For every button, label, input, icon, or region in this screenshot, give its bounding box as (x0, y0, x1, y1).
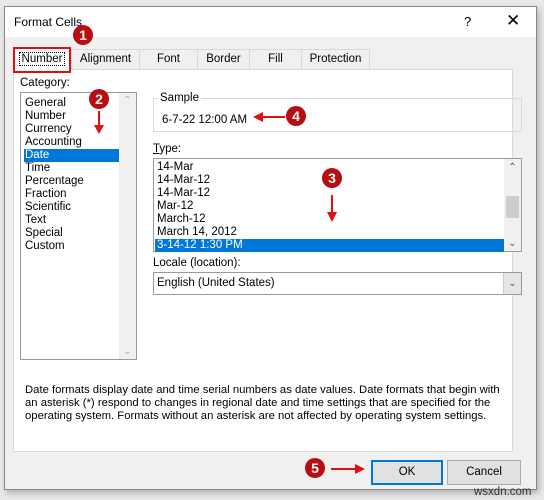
tab-font[interactable]: Font (139, 49, 198, 70)
category-label: Category: (20, 77, 70, 89)
annotation-arrow-down-icon (94, 111, 104, 134)
tab-protection[interactable]: Protection (301, 49, 370, 70)
category-item-percentage[interactable]: Percentage (24, 175, 121, 188)
format-cells-dialog: Format Cells ? ✕ Number Alignment Font B… (4, 6, 537, 490)
scroll-down-icon[interactable]: ⌄ (504, 238, 521, 249)
locale-dropdown[interactable]: English (United States) ⌄ (153, 272, 522, 295)
sample-value: 6-7-22 12:00 AM (162, 114, 248, 126)
tab-number[interactable]: Number (13, 47, 71, 73)
type-label: Type: (153, 143, 182, 155)
category-item-accounting[interactable]: Accounting (24, 136, 121, 149)
ok-button[interactable]: OK (371, 460, 443, 485)
category-item-fraction[interactable]: Fraction (24, 188, 121, 201)
type-label-text: ype: (159, 143, 182, 155)
number-tab-panel: Category: General Number Currency Accoun… (13, 69, 522, 452)
annotation-arrow-right-icon (331, 464, 365, 474)
chevron-down-icon[interactable]: ⌄ (503, 273, 521, 294)
type-item-selected[interactable]: 3-14-12 1:30 PM (155, 239, 504, 252)
tab-fill[interactable]: Fill (249, 49, 302, 70)
dialog-title: Format Cells (14, 15, 83, 29)
category-item-time[interactable]: Time (24, 162, 121, 175)
annotation-badge-1: 1 (73, 25, 93, 45)
annotation-arrow-left-icon (253, 112, 285, 122)
format-description: Date formats display date and time seria… (25, 384, 500, 422)
type-scrollbar[interactable]: ⌃ ⌄ (504, 159, 521, 251)
annotation-badge-5: 5 (305, 458, 325, 478)
scroll-up-icon[interactable]: ⌃ (504, 162, 521, 173)
help-button[interactable]: ? (464, 14, 471, 29)
category-item-custom[interactable]: Custom (24, 240, 121, 253)
category-item-text[interactable]: Text (24, 214, 121, 227)
category-item-number[interactable]: Number (24, 110, 121, 123)
annotation-badge-2: 2 (89, 89, 109, 109)
sample-label: Sample (158, 92, 201, 104)
type-item[interactable]: March 14, 2012 (155, 226, 504, 239)
annotation-arrow-down-icon (327, 195, 337, 222)
category-listbox[interactable]: General Number Currency Accounting Date … (20, 92, 137, 360)
category-item-special[interactable]: Special (24, 227, 121, 240)
close-button[interactable]: ✕ (506, 11, 520, 31)
annotation-badge-4: 4 (286, 106, 306, 126)
locale-value: English (United States) (157, 277, 275, 289)
tab-border[interactable]: Border (197, 49, 250, 70)
scroll-up-icon[interactable]: ⌃ (119, 95, 136, 106)
category-item-currency[interactable]: Currency (24, 123, 121, 136)
annotation-badge-3: 3 (322, 168, 342, 188)
watermark: wsxdn.com (474, 486, 532, 498)
scroll-down-icon[interactable]: ⌄ (119, 346, 136, 357)
locale-label: Locale (location): (153, 257, 241, 269)
category-item-scientific[interactable]: Scientific (24, 201, 121, 214)
category-item-date[interactable]: Date (24, 149, 121, 162)
tab-alignment[interactable]: Alignment (71, 49, 140, 70)
cancel-button[interactable]: Cancel (447, 460, 521, 485)
scroll-thumb[interactable] (506, 196, 519, 218)
category-scrollbar[interactable]: ⌃ ⌄ (119, 93, 136, 359)
